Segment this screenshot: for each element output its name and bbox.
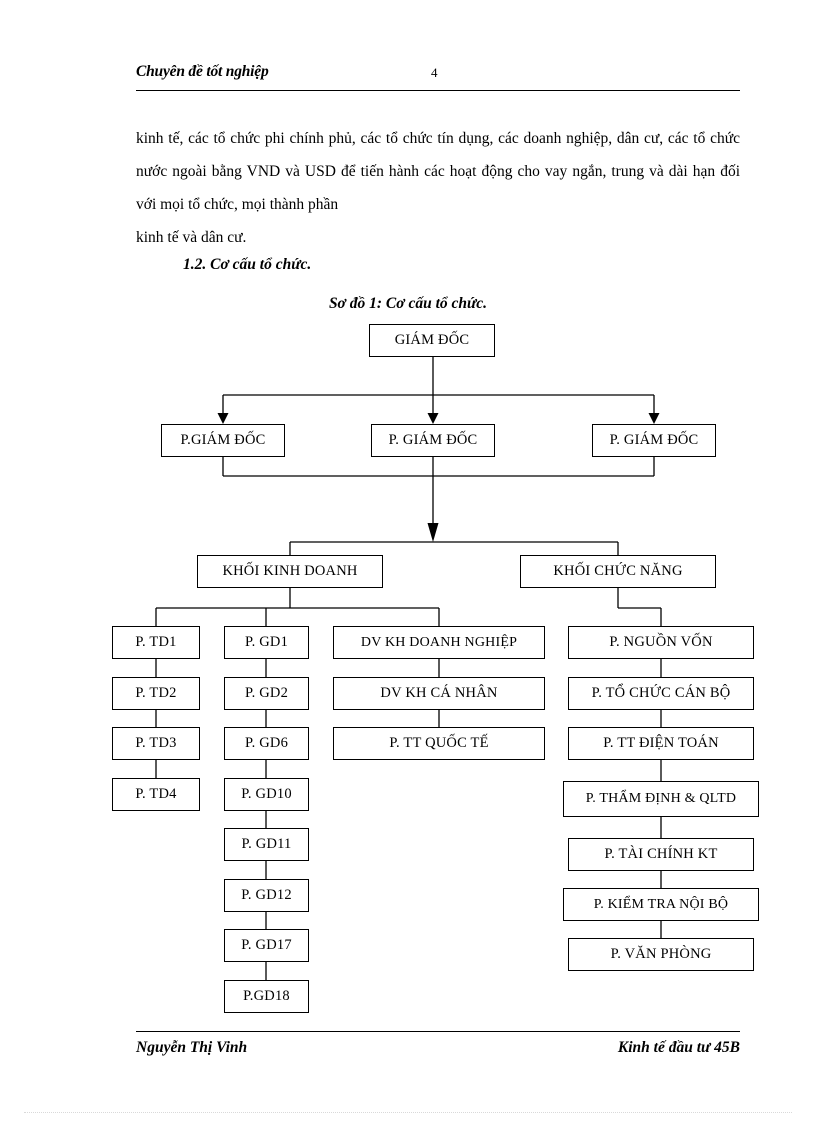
- org-node-label: P. TỔ CHỨC CÁN BỘ: [591, 685, 731, 701]
- org-node-gd18: P.GD18: [224, 980, 309, 1013]
- org-node-label: P. TÀI CHÍNH KT: [604, 846, 718, 862]
- org-node-label: P. GD10: [241, 786, 292, 802]
- org-node-tham-dinh: P. THẨM ĐỊNH & QLTD: [563, 781, 759, 817]
- org-node-label: P. KIỂM TRA NỘI BỘ: [593, 896, 729, 912]
- org-node-gd11: P. GD11: [224, 828, 309, 861]
- org-node-block-biz: KHỐI KINH DOANH: [197, 555, 383, 588]
- org-node-block-fn: KHỐI CHỨC NĂNG: [520, 555, 716, 588]
- document-page: Chuyên đề tốt nghiệp 4 kinh tế, các tổ c…: [0, 0, 816, 1123]
- org-node-label: P. GD17: [241, 937, 292, 953]
- org-node-label: P. GIÁM ĐỐC: [609, 432, 699, 448]
- org-node-label: DV KH DOANH NGHIỆP: [360, 634, 518, 650]
- org-chart: GIÁM ĐỐC P.GIÁM ĐỐC P. GIÁM ĐỐC P. GIÁM ĐỐC…: [0, 0, 816, 1123]
- org-node-label: KHỐI KINH DOANH: [222, 563, 358, 579]
- org-node-label: P. GD2: [244, 685, 289, 701]
- org-node-root: GIÁM ĐỐC: [369, 324, 495, 357]
- org-node-td3: P. TD3: [112, 727, 200, 760]
- org-node-gd2: P. GD2: [224, 677, 309, 710]
- org-node-label: P. TT ĐIỆN TOÁN: [603, 735, 719, 751]
- org-node-tt-qt: P. TT QUỐC TẾ: [333, 727, 545, 760]
- org-node-label: P. GD6: [244, 735, 289, 751]
- org-node-deputy2: P. GIÁM ĐỐC: [371, 424, 495, 457]
- org-node-gd1: P. GD1: [224, 626, 309, 659]
- org-node-label: P. TD1: [135, 634, 177, 650]
- org-node-label: P. VĂN PHÒNG: [610, 946, 712, 962]
- org-node-gd12: P. GD12: [224, 879, 309, 912]
- org-node-to-chuc: P. TỔ CHỨC CÁN BỘ: [568, 677, 754, 710]
- org-node-td2: P. TD2: [112, 677, 200, 710]
- org-node-dien-toan: P. TT ĐIỆN TOÁN: [568, 727, 754, 760]
- org-node-label: P. TT QUỐC TẾ: [389, 735, 489, 751]
- org-node-gd6: P. GD6: [224, 727, 309, 760]
- org-node-kiem-tra: P. KIỂM TRA NỘI BỘ: [563, 888, 759, 921]
- org-node-label: P.GIÁM ĐỐC: [180, 432, 266, 448]
- org-node-label: DV KH CÁ NHÂN: [380, 685, 498, 701]
- org-node-label: KHỐI CHỨC NĂNG: [553, 563, 683, 579]
- org-node-label: P. GIÁM ĐỐC: [388, 432, 478, 448]
- org-node-gd17: P. GD17: [224, 929, 309, 962]
- org-node-td1: P. TD1: [112, 626, 200, 659]
- org-node-label: P. GD12: [241, 887, 292, 903]
- org-node-label: P. THẨM ĐỊNH & QLTD: [585, 791, 737, 806]
- org-node-tai-chinh: P. TÀI CHÍNH KT: [568, 838, 754, 871]
- org-node-label: GIÁM ĐỐC: [394, 332, 470, 348]
- org-node-deputy3: P. GIÁM ĐỐC: [592, 424, 716, 457]
- org-node-van-phong: P. VĂN PHÒNG: [568, 938, 754, 971]
- org-node-dv-cn: DV KH CÁ NHÂN: [333, 677, 545, 710]
- org-node-label: P.GD18: [243, 988, 290, 1004]
- org-node-label: P. GD1: [244, 634, 289, 650]
- org-node-nguon-von: P. NGUỒN VỐN: [568, 626, 754, 659]
- org-node-label: P. TD2: [135, 685, 177, 701]
- org-node-td4: P. TD4: [112, 778, 200, 811]
- org-node-label: P. GD11: [241, 836, 292, 852]
- org-node-deputy1: P.GIÁM ĐỐC: [161, 424, 285, 457]
- footer-author: Nguyễn Thị Vinh: [136, 1039, 248, 1056]
- page-bottom-edge: [24, 1112, 792, 1113]
- footer-course: Kinh tế đầu tư 45B: [617, 1039, 740, 1056]
- org-node-label: P. TD4: [135, 786, 177, 802]
- org-node-dv-dn: DV KH DOANH NGHIỆP: [333, 626, 545, 659]
- org-node-gd10: P. GD10: [224, 778, 309, 811]
- footer-divider: [136, 1031, 740, 1032]
- org-node-label: P. NGUỒN VỐN: [609, 634, 713, 650]
- org-node-label: P. TD3: [135, 735, 177, 751]
